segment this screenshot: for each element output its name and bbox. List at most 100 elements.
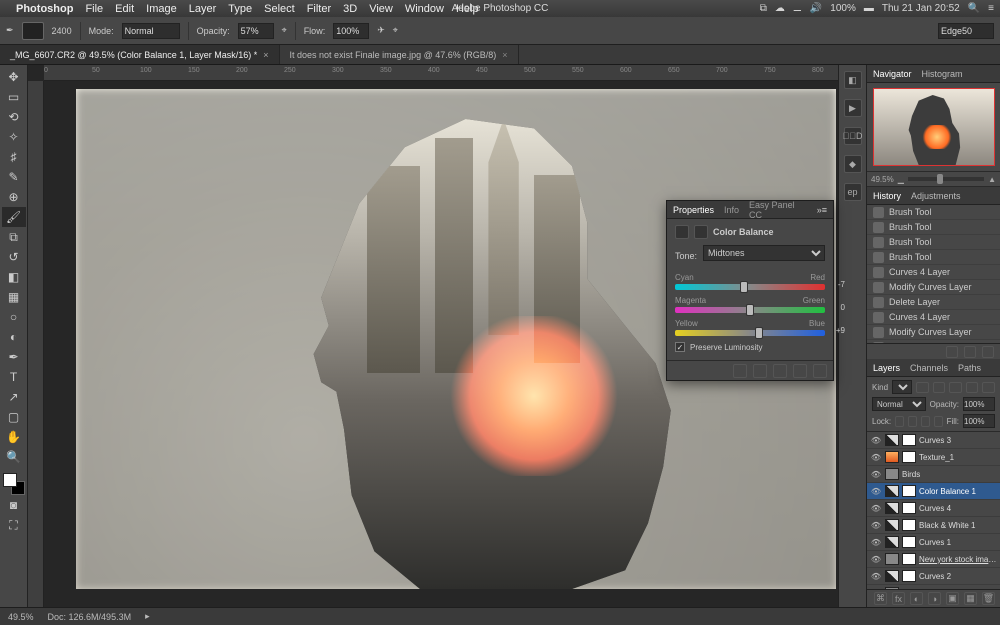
close-icon[interactable]: × [263, 50, 268, 60]
layer-row[interactable]: 👁New york stock image [867, 551, 1000, 568]
collapsed-panel-icon[interactable]: ◧ [844, 71, 862, 89]
layer-thumbnail[interactable] [885, 502, 899, 514]
layer-thumbnail[interactable] [885, 536, 899, 548]
tab-navigator[interactable]: Navigator [873, 69, 912, 79]
opacity-input[interactable] [238, 23, 274, 39]
visibility-icon[interactable]: 👁 [870, 572, 882, 581]
history-item[interactable]: Brush Tool [867, 250, 1000, 265]
shape-tool[interactable]: ▢ [2, 407, 26, 427]
blend-mode-select[interactable]: Normal [872, 397, 926, 411]
layer-fx-icon[interactable]: fx [892, 592, 905, 605]
ruler-horizontal[interactable]: 0501001502002503003504004505005506006507… [44, 65, 838, 81]
crop-tool[interactable]: ♯ [2, 147, 26, 167]
move-tool[interactable]: ✥ [2, 67, 26, 87]
layer-row[interactable]: 👁Curves 2 [867, 568, 1000, 585]
pressure-opacity-icon[interactable]: ⌖ [282, 25, 287, 36]
layer-name[interactable]: Color Balance 1 [919, 487, 997, 496]
history-item[interactable]: Modify Curves Layer [867, 325, 1000, 340]
zoom-in-icon[interactable]: ▲ [988, 175, 996, 184]
layer-name[interactable]: Curves 4 [919, 504, 997, 513]
new-state-icon[interactable] [964, 346, 976, 358]
dodge-tool[interactable]: ◐ [2, 327, 26, 347]
quick-mask-icon[interactable]: ◙ [2, 495, 26, 515]
visibility-icon[interactable]: 👁 [870, 470, 882, 479]
brush-size[interactable]: 2400 [52, 26, 72, 36]
collapsed-panel-icon[interactable]: ep [844, 183, 862, 201]
layer-mask-thumbnail[interactable] [902, 536, 916, 548]
spotlight-icon[interactable]: 🔍 [968, 3, 980, 14]
tab-paths[interactable]: Paths [958, 363, 981, 373]
screen-mode-icon[interactable]: ⛶ [2, 515, 26, 535]
layer-mask-thumbnail[interactable] [902, 451, 916, 463]
slider-knob[interactable] [746, 304, 754, 316]
new-layer-icon[interactable]: ▦ [964, 592, 977, 605]
menu-3d[interactable]: 3D [343, 3, 357, 15]
menu-layer[interactable]: Layer [189, 3, 217, 15]
navigator-zoom[interactable]: 49.5% [871, 175, 894, 184]
preserve-luminosity-checkbox[interactable]: ✓ [675, 342, 685, 352]
layer-row[interactable]: 👁Curves 3 [867, 432, 1000, 449]
eyedropper-tool[interactable]: ✎ [2, 167, 26, 187]
history-item[interactable]: Brush Tool [867, 205, 1000, 220]
layer-row[interactable]: 👁Black & White 1 [867, 517, 1000, 534]
layer-thumbnail[interactable] [885, 519, 899, 531]
wifi-icon[interactable]: ⚊ [793, 3, 802, 14]
layer-name[interactable]: Curves 1 [919, 538, 997, 547]
zoom-tool[interactable]: 🔍 [2, 447, 26, 467]
tab-document-2[interactable]: It does not exist Finale image.jpg @ 47.… [280, 45, 519, 64]
slider-track[interactable]: -7 [675, 284, 825, 290]
clip-to-layer-icon[interactable] [733, 364, 747, 378]
layer-row[interactable]: 👁 Texture_1 [867, 449, 1000, 466]
lock-pixels-icon[interactable] [908, 416, 917, 427]
eraser-tool[interactable]: ◧ [2, 267, 26, 287]
visibility-icon[interactable]: 👁 [870, 504, 882, 513]
layer-thumbnail[interactable] [885, 434, 899, 446]
zoom-out-icon[interactable]: ▁ [898, 175, 904, 184]
cloud-icon[interactable]: ☁ [775, 3, 785, 14]
layer-thumbnail[interactable] [885, 553, 899, 565]
layer-mask-thumbnail[interactable] [902, 502, 916, 514]
tab-document-1[interactable]: _MG_6607.CR2 @ 49.5% (Color Balance 1, L… [0, 45, 280, 64]
properties-panel[interactable]: Properties Info Easy Panel CC »≡ Color B… [666, 200, 834, 381]
pen-tool[interactable]: ✒ [2, 347, 26, 367]
panel-menu-icon[interactable]: »≡ [817, 205, 827, 215]
hand-tool[interactable]: ✋ [2, 427, 26, 447]
slider-value[interactable]: +9 [827, 326, 845, 335]
collapsed-panel-icon[interactable]: �ীD [844, 127, 862, 145]
visibility-icon[interactable]: 👁 [870, 521, 882, 530]
history-brush-tool[interactable]: ↺ [2, 247, 26, 267]
history-item[interactable]: Brush Tool [867, 220, 1000, 235]
slider-track[interactable]: +9 [675, 330, 825, 336]
trash-icon[interactable] [982, 346, 994, 358]
path-tool[interactable]: ↗ [2, 387, 26, 407]
blur-tool[interactable]: ○ [2, 307, 26, 327]
tab-layers[interactable]: Layers [873, 363, 900, 373]
clone-stamp-tool[interactable]: ⧉ [2, 227, 26, 247]
visibility-icon[interactable]: 👁 [870, 453, 882, 462]
layer-row[interactable]: 👁Curves 1 [867, 534, 1000, 551]
layer-thumbnail[interactable] [885, 570, 899, 582]
layer-row[interactable]: 👁 Curves 4 [867, 500, 1000, 517]
layer-name[interactable]: Texture_1 [919, 453, 997, 462]
menu-filter[interactable]: Filter [307, 3, 331, 15]
layer-thumbnail[interactable] [885, 485, 899, 497]
fill-input[interactable] [963, 414, 995, 428]
adjustment-layer-icon[interactable]: ◑ [928, 592, 941, 605]
layer-thumbnail[interactable] [885, 468, 899, 480]
navigator-panel[interactable] [867, 83, 1000, 171]
history-item[interactable]: Curves 4 Layer [867, 265, 1000, 280]
visibility-icon[interactable]: 👁 [870, 436, 882, 445]
visibility-icon[interactable] [793, 364, 807, 378]
layer-name[interactable]: New york stock image [919, 555, 997, 564]
snapshot-icon[interactable] [946, 346, 958, 358]
slider-value[interactable]: -7 [827, 280, 845, 289]
tab-info[interactable]: Info [724, 205, 739, 215]
trash-icon[interactable] [813, 364, 827, 378]
menu-file[interactable]: File [85, 3, 103, 15]
tab-easy-panel[interactable]: Easy Panel CC [749, 200, 807, 220]
workspace-select[interactable] [938, 23, 994, 39]
tab-histogram[interactable]: Histogram [922, 69, 963, 79]
battery-icon[interactable]: ▬ [864, 3, 874, 14]
filter-pixel-icon[interactable] [916, 382, 929, 393]
history-item[interactable]: Curves 4 Layer [867, 310, 1000, 325]
